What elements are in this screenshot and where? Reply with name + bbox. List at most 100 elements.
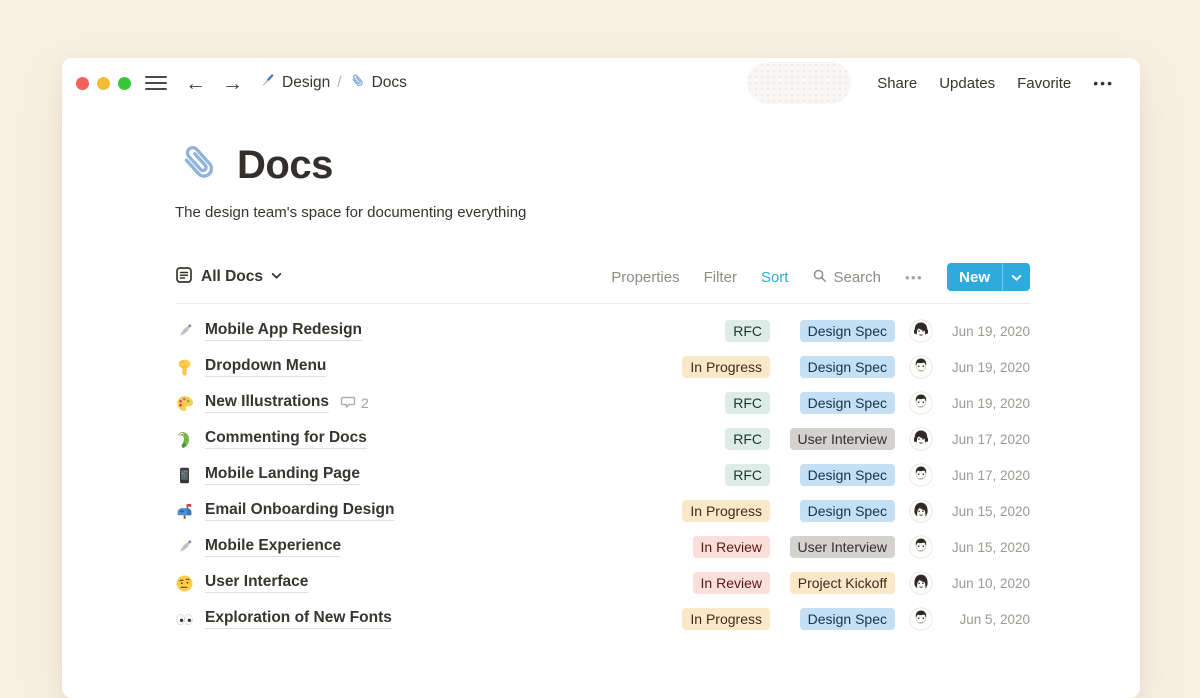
- filter-button[interactable]: Filter: [704, 269, 737, 286]
- parrot-icon: [175, 429, 195, 449]
- toolbar-more-icon[interactable]: •••: [905, 270, 923, 285]
- titlebar: ← → Design / Docs Share Updates Favorite…: [62, 58, 1140, 108]
- table-row[interactable]: New Illustrations 2 RFC Design Spec Jun …: [175, 385, 1030, 421]
- edited-date: Jun 19, 2020: [946, 324, 1030, 339]
- app-window: ← → Design / Docs Share Updates Favorite…: [62, 58, 1140, 698]
- edited-date: Jun 15, 2020: [946, 540, 1030, 555]
- updates-button[interactable]: Updates: [939, 75, 995, 92]
- doc-type-badge[interactable]: Project Kickoff: [790, 572, 895, 594]
- comment-count-value: 2: [361, 395, 369, 411]
- table-row[interactable]: Email Onboarding Design In Progress Desi…: [175, 493, 1030, 529]
- paintbrush-icon: [175, 537, 195, 557]
- doc-type-badge[interactable]: Design Spec: [800, 464, 895, 486]
- avatar-woman-bob[interactable]: [909, 571, 933, 595]
- table-row[interactable]: Mobile Landing Page RFC Design Spec Jun …: [175, 457, 1030, 493]
- avatar-woman-headphones[interactable]: [909, 319, 933, 343]
- hamburger-menu-icon[interactable]: [145, 76, 167, 91]
- mobile-phone-icon: [175, 465, 195, 485]
- blurred-presence-blob: [747, 62, 851, 104]
- doc-title-link[interactable]: Exploration of New Fonts: [205, 609, 392, 629]
- new-button-chevron-down-icon[interactable]: [1003, 263, 1030, 291]
- minimize-window-button[interactable]: [97, 77, 110, 90]
- edited-date: Jun 5, 2020: [946, 612, 1030, 627]
- edited-date: Jun 15, 2020: [946, 504, 1030, 519]
- doc-type-badge[interactable]: Design Spec: [800, 500, 895, 522]
- table-row[interactable]: Commenting for Docs RFC User Interview J…: [175, 421, 1030, 457]
- avatar-man[interactable]: [909, 535, 933, 559]
- avatar-woman-headphones[interactable]: [909, 427, 933, 451]
- view-switcher[interactable]: All Docs: [175, 266, 282, 289]
- search-label: Search: [833, 269, 881, 286]
- avatar-man[interactable]: [909, 463, 933, 487]
- share-button[interactable]: Share: [877, 75, 917, 92]
- avatar-woman-bob[interactable]: [909, 499, 933, 523]
- doc-type-badge[interactable]: Design Spec: [800, 356, 895, 378]
- properties-button[interactable]: Properties: [611, 269, 679, 286]
- comment-count[interactable]: 2: [340, 394, 369, 413]
- doc-title-link[interactable]: Mobile Landing Page: [205, 465, 360, 485]
- breadcrumb-label: Design: [282, 74, 330, 92]
- comment-bubble-icon: [340, 394, 356, 413]
- new-button-label: New: [947, 263, 1002, 291]
- doc-title-link[interactable]: New Illustrations: [205, 393, 329, 413]
- table-row[interactable]: Exploration of New Fonts In Progress Des…: [175, 601, 1030, 637]
- search-button[interactable]: Search: [812, 268, 881, 287]
- breadcrumb-separator: /: [337, 74, 341, 92]
- status-badge[interactable]: RFC: [725, 320, 770, 342]
- paintbrush-icon: [175, 321, 195, 341]
- status-badge[interactable]: In Progress: [682, 608, 770, 630]
- doc-type-badge[interactable]: Design Spec: [800, 608, 895, 630]
- doc-title-link[interactable]: Dropdown Menu: [205, 357, 326, 377]
- table-row[interactable]: Mobile App Redesign RFC Design Spec Jun …: [175, 313, 1030, 349]
- favorite-button[interactable]: Favorite: [1017, 75, 1071, 92]
- doc-type-badge[interactable]: Design Spec: [800, 392, 895, 414]
- palette-icon: [175, 393, 195, 413]
- doc-type-badge[interactable]: Design Spec: [800, 320, 895, 342]
- status-badge[interactable]: RFC: [725, 464, 770, 486]
- breadcrumb-item-design[interactable]: Design: [259, 72, 330, 94]
- window-controls: [76, 77, 131, 90]
- doc-title-link[interactable]: Mobile App Redesign: [205, 321, 362, 341]
- forward-arrow-icon[interactable]: →: [222, 73, 243, 94]
- avatar-man[interactable]: [909, 355, 933, 379]
- doc-title-link[interactable]: Mobile Experience: [205, 537, 341, 557]
- more-options-icon[interactable]: •••: [1093, 75, 1114, 91]
- zoom-window-button[interactable]: [118, 77, 131, 90]
- close-window-button[interactable]: [76, 77, 89, 90]
- status-badge[interactable]: In Review: [693, 536, 770, 558]
- breadcrumb-label: Docs: [372, 74, 407, 92]
- paperclip-icon: [349, 72, 366, 94]
- sort-button[interactable]: Sort: [761, 269, 789, 286]
- eyes-icon: [175, 609, 195, 629]
- status-badge[interactable]: In Progress: [682, 500, 770, 522]
- doc-list-icon: [175, 266, 193, 289]
- doc-type-badge[interactable]: User Interview: [790, 428, 895, 450]
- new-button[interactable]: New: [947, 263, 1030, 291]
- page-title: Docs: [237, 143, 333, 188]
- page-paperclip-icon[interactable]: [175, 139, 222, 191]
- status-badge[interactable]: RFC: [725, 428, 770, 450]
- chevron-down-icon: [271, 268, 282, 286]
- doc-title-link[interactable]: Email Onboarding Design: [205, 501, 394, 521]
- edited-date: Jun 17, 2020: [946, 432, 1030, 447]
- table-row[interactable]: User Interface In Review Project Kickoff…: [175, 565, 1030, 601]
- edited-date: Jun 17, 2020: [946, 468, 1030, 483]
- avatar-man[interactable]: [909, 391, 933, 415]
- table-row[interactable]: Dropdown Menu In Progress Design Spec Ju…: [175, 349, 1030, 385]
- edited-date: Jun 19, 2020: [946, 360, 1030, 375]
- status-badge[interactable]: In Progress: [682, 356, 770, 378]
- paintbrush-icon: [259, 72, 276, 94]
- table-row[interactable]: Mobile Experience In Review User Intervi…: [175, 529, 1030, 565]
- doc-title-link[interactable]: User Interface: [205, 573, 308, 593]
- status-badge[interactable]: In Review: [693, 572, 770, 594]
- toolbar-divider: [175, 303, 1030, 304]
- doc-title-link[interactable]: Commenting for Docs: [205, 429, 367, 449]
- mailbox-icon: [175, 501, 195, 521]
- breadcrumb-item-docs[interactable]: Docs: [349, 72, 407, 94]
- page-subtitle: The design team's space for documenting …: [175, 204, 1030, 221]
- breadcrumb: Design / Docs: [259, 72, 407, 94]
- back-arrow-icon[interactable]: ←: [185, 73, 206, 94]
- avatar-man[interactable]: [909, 607, 933, 631]
- doc-type-badge[interactable]: User Interview: [790, 536, 895, 558]
- status-badge[interactable]: RFC: [725, 392, 770, 414]
